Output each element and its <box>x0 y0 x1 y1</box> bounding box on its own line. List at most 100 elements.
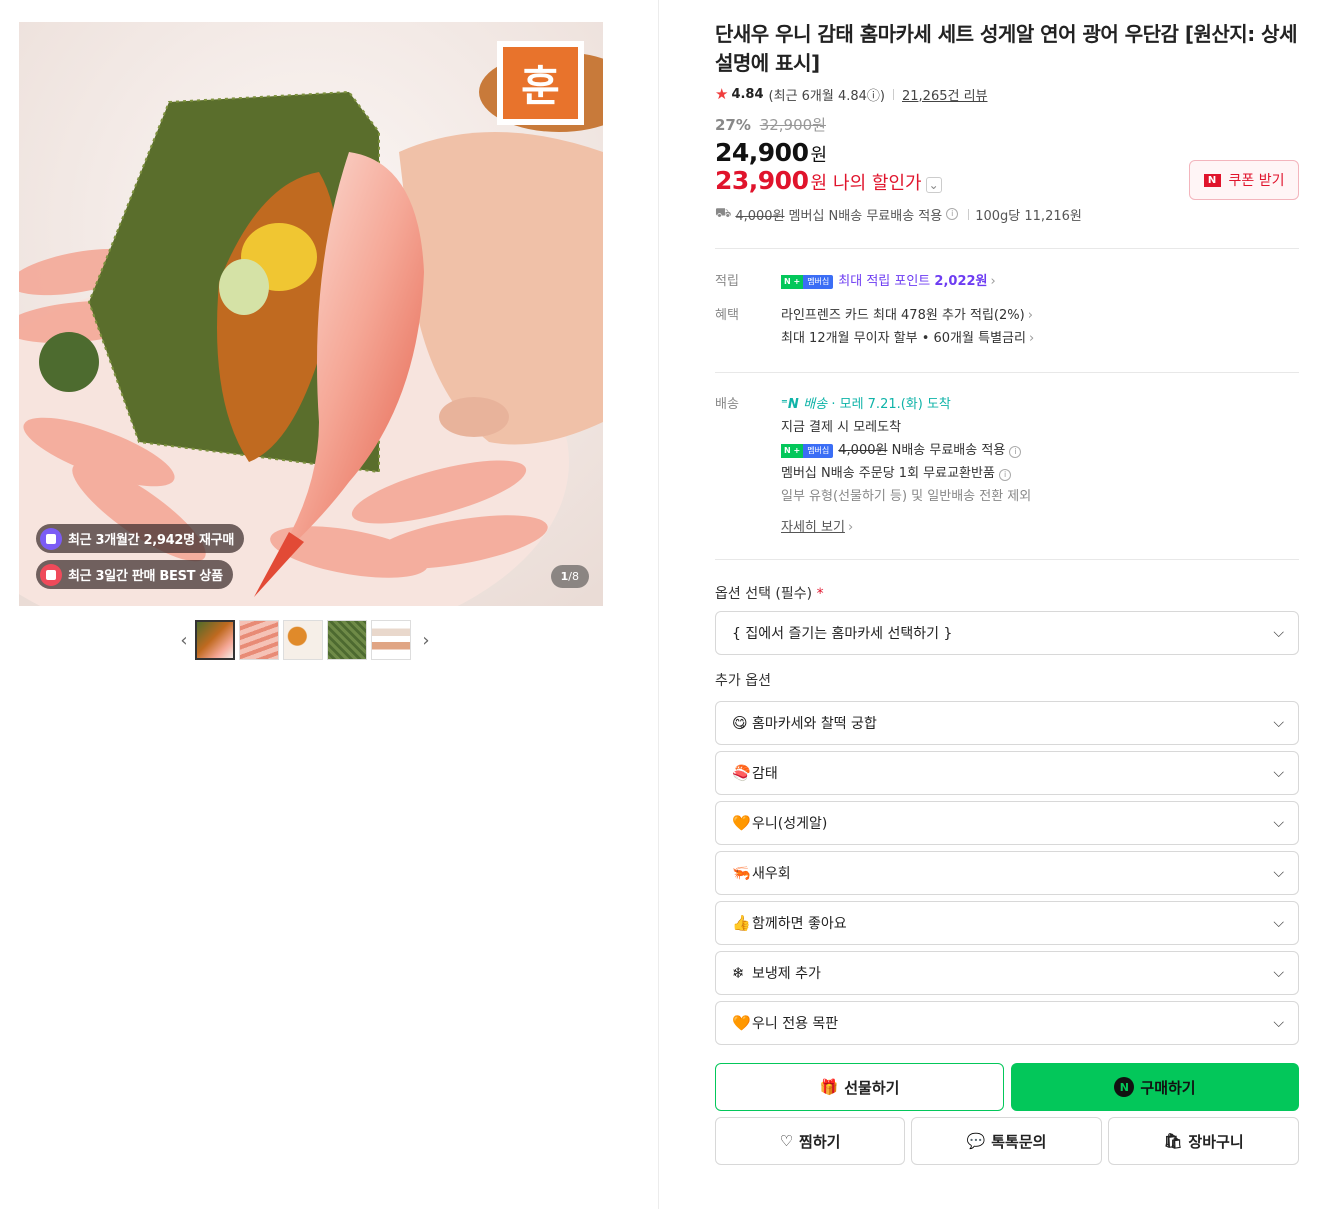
sale-price-unit: 원 <box>810 145 828 166</box>
extra-option-select[interactable]: 🧡 우니(성게알) ⌵ <box>715 801 1299 845</box>
membership-badge: N + 멤버십 <box>781 274 834 289</box>
option-emoji-icon: 🍣 <box>732 764 751 782</box>
column-divider <box>658 0 659 1209</box>
review-count-link[interactable]: 21,265건 리뷰 <box>902 85 988 104</box>
repurchase-badge-text: 최근 3개월간 2,942명 재구매 <box>68 533 234 548</box>
image-counter-current: 1 <box>560 570 569 583</box>
delivery-more-link[interactable]: 자세히 보기 › <box>781 516 1299 539</box>
chevron-down-icon: ⌵ <box>1273 865 1284 881</box>
extra-option-label-text: 함께하면 좋아요 <box>752 916 847 932</box>
extra-option-select[interactable]: 🍣 감태 ⌵ <box>715 751 1299 795</box>
thumbnail-3[interactable] <box>283 620 323 660</box>
divider <box>968 208 970 220</box>
rating-recent: (최근 6개월 4.84ⓘ) <box>768 88 885 104</box>
installment-benefit-link[interactable]: 최대 12개월 무이자 할부 • 60개월 특별금리 › <box>781 327 1299 350</box>
free-shipping-note: N + 멤버십 4,000원 N배송 무료배송 적용 i <box>781 439 1299 462</box>
chevron-down-icon: ⌵ <box>1273 965 1284 981</box>
talk-inquiry-button[interactable]: 💬 톡톡문의 <box>911 1117 1102 1165</box>
points-label: 적립 <box>715 274 739 289</box>
cart-button[interactable]: 🛍 장바구니 <box>1108 1117 1299 1165</box>
repurchase-badge: 최근 3개월간 2,942명 재구매 <box>36 524 244 553</box>
product-title: 단새우 우니 감태 홈마카세 세트 성게알 연어 광어 우단감 [원산지: 상세… <box>715 22 1297 75</box>
extra-option-select[interactable]: 😋 홈마카세와 찰떡 궁합 ⌵ <box>715 701 1299 745</box>
extra-option-label-text: 감태 <box>752 766 778 782</box>
buy-button-label: 구매하기 <box>1140 1078 1196 1097</box>
cart-button-label: 장바구니 <box>1188 1132 1244 1151</box>
thumbnail-2[interactable] <box>239 620 279 660</box>
thumbnail-4[interactable] <box>327 620 367 660</box>
coupon-button-label: 쿠폰 받기 <box>1228 173 1285 189</box>
option-emoji-icon: ❄ <box>732 964 745 982</box>
extra-option-label-text: 새우회 <box>752 866 791 882</box>
thumbnail-5[interactable] <box>371 620 411 660</box>
benefit-label: 혜택 <box>715 308 739 323</box>
image-counter: 1/8 <box>550 565 589 588</box>
discount-percent: 27% <box>715 116 751 134</box>
chevron-down-icon: ⌵ <box>1273 625 1284 641</box>
best-seller-badge: 최근 3일간 판매 BEST 상품 <box>36 560 233 589</box>
chevron-down-icon: ⌵ <box>1273 765 1284 781</box>
exclusion-note: 일부 유형(선물하기 등) 및 일반배송 전환 제외 <box>781 489 1032 504</box>
wish-button[interactable]: ♡ 찜하기 <box>715 1117 905 1165</box>
info-icon[interactable]: i <box>946 208 959 220</box>
exchange-note: 멤버십 N배송 주문당 1회 무료교환반품 i <box>781 462 1299 485</box>
thumbnail-1[interactable] <box>195 620 235 660</box>
gift-button-label: 선물하기 <box>844 1078 900 1097</box>
brand-logo-text: 훈 <box>503 47 578 119</box>
rating-score: 4.84 <box>731 86 764 102</box>
talk-inquiry-label: 톡톡문의 <box>991 1132 1047 1151</box>
max-points-link[interactable]: 최대 적립 포인트 2,022원 <box>838 274 987 289</box>
info-icon[interactable]: i <box>999 469 1012 481</box>
best-seller-badge-text: 최근 3일간 판매 BEST 상품 <box>68 569 223 584</box>
required-option-value: { 집에서 즐기는 홈마카세 선택하기 } <box>732 626 953 642</box>
original-price: 32,900원 <box>759 116 826 134</box>
shipping-summary: ⛟ 4,000원 멤버십 N배송 무료배송 적용 i 100g당 11,216원 <box>715 204 1299 224</box>
required-option-label: 옵션 선택 (필수) * <box>715 586 824 602</box>
extra-option-select[interactable]: 🧡 우니 전용 목판 ⌵ <box>715 1001 1299 1045</box>
rating-summary: ★ 4.84 (최근 6개월 4.84ⓘ) 21,265건 리뷰 <box>715 84 1299 104</box>
extra-option-label-text: 홈마카세와 찰떡 궁합 <box>752 716 877 732</box>
wish-button-label: 찜하기 <box>799 1132 841 1151</box>
extra-option-select[interactable]: 🦐 새우회 ⌵ <box>715 851 1299 895</box>
truck-icon: ⛟ <box>715 205 732 221</box>
pay-now-note: 지금 결제 시 모레도착 <box>781 420 902 435</box>
sale-price-value: 24,900 <box>715 138 809 167</box>
chevron-down-icon: ⌵ <box>1273 715 1284 731</box>
option-emoji-icon: 🧡 <box>732 814 751 832</box>
shipping-text: 멤버십 N배송 무료배송 적용 <box>788 208 943 224</box>
option-emoji-icon: 🦐 <box>732 864 751 882</box>
required-option-select[interactable]: { 집에서 즐기는 홈마카세 선택하기 } ⌵ <box>715 611 1299 655</box>
my-price-label: 나의 할인가 <box>833 173 922 194</box>
coupon-button[interactable]: N 쿠폰 받기 <box>1189 160 1299 200</box>
gift-button[interactable]: 🎁 선물하기 <box>715 1063 1004 1111</box>
chevron-left-icon[interactable]: ‹ <box>173 620 195 660</box>
extra-option-select[interactable]: ❄ 보냉제 추가 ⌵ <box>715 951 1299 995</box>
info-icon[interactable]: i <box>1009 446 1022 458</box>
extra-option-select[interactable]: 👍 함께하면 좋아요 ⌵ <box>715 901 1299 945</box>
chevron-down-icon[interactable]: ⌄ <box>925 177 942 193</box>
chevron-right-icon: › <box>1028 331 1035 346</box>
thumbnail-strip: ‹ › <box>173 620 437 660</box>
n-delivery-arrival: ⁼N 배송 · 모레 7.21.(화) 도착 <box>781 397 951 412</box>
chat-bubble-icon: 💬 <box>966 1132 986 1150</box>
image-counter-total: /8 <box>568 570 579 583</box>
option-emoji-icon: 🧡 <box>732 1014 751 1032</box>
star-icon: ★ <box>715 85 729 103</box>
product-main-image[interactable]: 훈 최근 3개월간 2,942명 재구매 최근 3일간 판매 BEST 상품 1… <box>19 22 603 606</box>
shopping-bag-icon: 🛍 <box>1163 1132 1183 1150</box>
primary-actions: 🎁 선물하기 N 구매하기 <box>715 1063 1299 1111</box>
buy-button[interactable]: N 구매하기 <box>1011 1063 1299 1111</box>
membership-badge: N + 멤버십 <box>781 443 834 458</box>
extra-option-label-text: 우니 전용 목판 <box>752 1016 839 1032</box>
delivery-section: 배송 ⁼N 배송 · 모레 7.21.(화) 도착 지금 결제 시 모레도착 N… <box>715 393 1299 539</box>
chevron-right-icon[interactable]: › <box>991 274 996 289</box>
heart-icon: ♡ <box>779 1132 794 1150</box>
option-emoji-icon: 👍 <box>732 914 751 932</box>
naver-n-icon: N <box>1203 173 1221 187</box>
card-benefit-link[interactable]: 라인프렌즈 카드 최대 478원 추가 적립(2%) › <box>781 304 1299 327</box>
gift-icon: 🎁 <box>819 1078 839 1096</box>
my-price-unit: 원 <box>810 173 828 194</box>
chevron-right-icon[interactable]: › <box>415 620 437 660</box>
shopping-bag-icon <box>40 527 62 550</box>
points-section: 적립 N + 멤버십 최대 적립 포인트 2,022원 › <box>715 270 1299 293</box>
